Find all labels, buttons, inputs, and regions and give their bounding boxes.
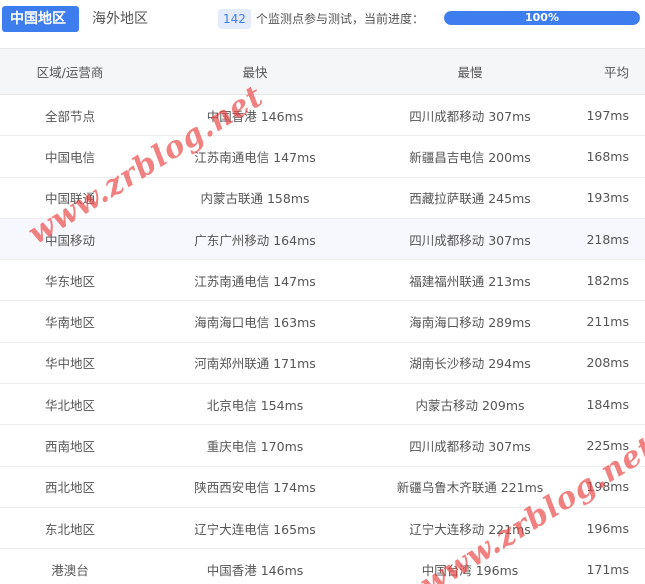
cell-region: 西北地区 bbox=[0, 466, 140, 508]
cell-average: 193ms bbox=[570, 177, 645, 219]
cell-slowest: 海南海口移动 289ms bbox=[370, 300, 570, 343]
cell-region: 华南地区 bbox=[0, 300, 140, 343]
table-row: 华中地区 河南郑州联通 171ms 湖南长沙移动 294ms 208ms bbox=[0, 342, 645, 385]
header-average: 平均 bbox=[570, 48, 645, 95]
cell-fastest: 辽宁大连电信 165ms bbox=[140, 507, 370, 550]
progress-caption: 个监测点参与测试，当前进度： bbox=[256, 12, 425, 26]
cell-average: 208ms bbox=[570, 342, 645, 385]
cell-slowest: 辽宁大连移动 221ms bbox=[370, 507, 570, 550]
cell-average: 196ms bbox=[570, 507, 645, 550]
cell-region: 华东地区 bbox=[0, 259, 140, 302]
cell-fastest: 中国香港 146ms bbox=[140, 548, 370, 584]
cell-average: 211ms bbox=[570, 300, 645, 343]
cell-slowest: 福建福州联通 213ms bbox=[370, 259, 570, 302]
table-row: 华北地区 北京电信 154ms 内蒙古移动 209ms 184ms bbox=[0, 383, 645, 426]
cell-fastest: 江苏南通电信 147ms bbox=[140, 259, 370, 302]
cell-fastest: 北京电信 154ms bbox=[140, 383, 370, 426]
cell-fastest: 中国香港 146ms bbox=[140, 94, 370, 137]
header-region: 区域/运营商 bbox=[0, 48, 140, 95]
cell-slowest: 四川成都移动 307ms bbox=[370, 218, 570, 261]
cell-average: 171ms bbox=[570, 548, 645, 584]
cell-average: 168ms bbox=[570, 135, 645, 178]
cell-region: 中国联通 bbox=[0, 177, 140, 219]
table-row: 中国移动 广东广州移动 164ms 四川成都移动 307ms 218ms bbox=[0, 218, 645, 261]
cell-fastest: 江苏南通电信 147ms bbox=[140, 135, 370, 178]
cell-region: 西南地区 bbox=[0, 424, 140, 467]
cell-region: 华北地区 bbox=[0, 383, 140, 426]
progress-bar: 100% bbox=[444, 11, 640, 25]
cell-region: 东北地区 bbox=[0, 507, 140, 550]
tab-overseas[interactable]: 海外地区 bbox=[84, 6, 156, 32]
header-fastest: 最快 bbox=[140, 48, 370, 95]
cell-slowest: 新疆乌鲁木齐联通 221ms bbox=[370, 466, 570, 508]
cell-average: 198ms bbox=[570, 466, 645, 508]
cell-average: 184ms bbox=[570, 383, 645, 426]
cell-region: 华中地区 bbox=[0, 342, 140, 385]
cell-average: 225ms bbox=[570, 424, 645, 467]
results-table: 区域/运营商 最快 最慢 平均 全部节点 中国香港 146ms 四川成都移动 307… bbox=[0, 48, 645, 584]
table-row: 全部节点 中国香港 146ms 四川成都移动 307ms 197ms bbox=[0, 94, 645, 137]
table-row: 中国电信 江苏南通电信 147ms 新疆昌吉电信 200ms 168ms bbox=[0, 135, 645, 178]
cell-fastest: 重庆电信 170ms bbox=[140, 424, 370, 467]
cell-fastest: 河南郑州联通 171ms bbox=[140, 342, 370, 385]
table-row: 港澳台 中国香港 146ms 中国台湾 196ms 171ms bbox=[0, 548, 645, 584]
cell-average: 182ms bbox=[570, 259, 645, 302]
cell-average: 218ms bbox=[570, 218, 645, 261]
cell-region: 中国移动 bbox=[0, 218, 140, 261]
cell-fastest: 广东广州移动 164ms bbox=[140, 218, 370, 261]
table-header-row: 区域/运营商 最快 最慢 平均 bbox=[0, 48, 645, 95]
cell-region: 中国电信 bbox=[0, 135, 140, 178]
header-slowest: 最慢 bbox=[370, 48, 570, 95]
cell-fastest: 海南海口电信 163ms bbox=[140, 300, 370, 343]
table-row: 华东地区 江苏南通电信 147ms 福建福州联通 213ms 182ms bbox=[0, 259, 645, 302]
progress-label: 100% bbox=[525, 11, 559, 24]
table-row: 西南地区 重庆电信 170ms 四川成都移动 307ms 225ms bbox=[0, 424, 645, 467]
cell-slowest: 四川成都移动 307ms bbox=[370, 424, 570, 467]
cell-slowest: 新疆昌吉电信 200ms bbox=[370, 135, 570, 178]
cell-slowest: 内蒙古移动 209ms bbox=[370, 383, 570, 426]
cell-slowest: 西藏拉萨联通 245ms bbox=[370, 177, 570, 219]
cell-fastest: 陕西西安电信 174ms bbox=[140, 466, 370, 508]
cell-slowest: 四川成都移动 307ms bbox=[370, 94, 570, 137]
tab-china[interactable]: 中国地区 bbox=[2, 6, 79, 32]
table-row: 东北地区 辽宁大连电信 165ms 辽宁大连移动 221ms 196ms bbox=[0, 507, 645, 550]
cell-slowest: 湖南长沙移动 294ms bbox=[370, 342, 570, 385]
table-row: 西北地区 陕西西安电信 174ms 新疆乌鲁木齐联通 221ms 198ms bbox=[0, 466, 645, 508]
cell-fastest: 内蒙古联通 158ms bbox=[140, 177, 370, 219]
cell-region: 全部节点 bbox=[0, 94, 140, 137]
monitor-count-badge: 142 bbox=[218, 9, 251, 29]
cell-average: 197ms bbox=[570, 94, 645, 137]
table-row: 华南地区 海南海口电信 163ms 海南海口移动 289ms 211ms bbox=[0, 300, 645, 343]
cell-slowest: 中国台湾 196ms bbox=[370, 548, 570, 584]
cell-region: 港澳台 bbox=[0, 548, 140, 584]
table-body: 全部节点 中国香港 146ms 四川成都移动 307ms 197ms 中国电信 江苏南通电… bbox=[0, 94, 645, 584]
table-row: 中国联通 内蒙古联通 158ms 西藏拉萨联通 245ms 193ms bbox=[0, 177, 645, 219]
top-bar: 中国地区 海外地区 142 个监测点参与测试，当前进度： 100% bbox=[0, 0, 645, 40]
